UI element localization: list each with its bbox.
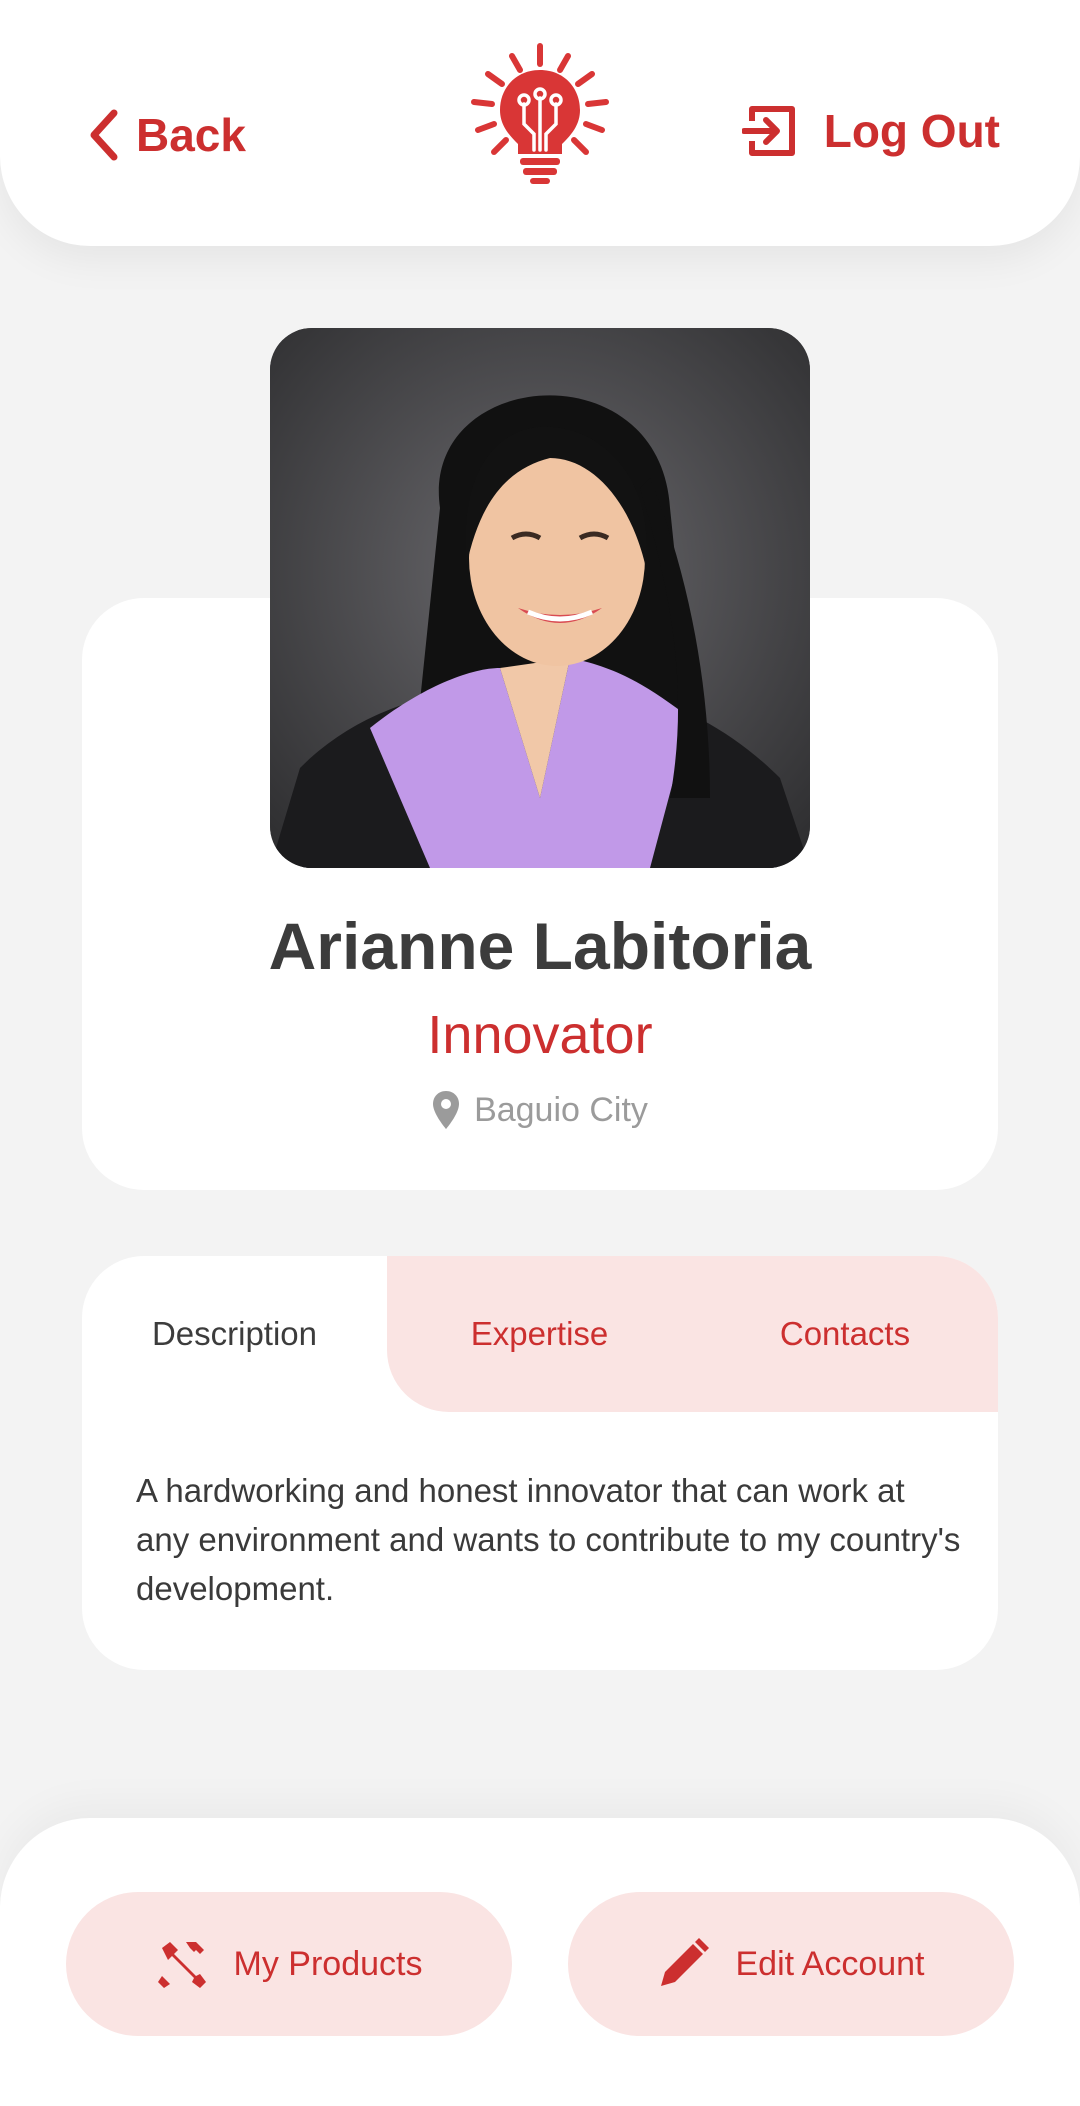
- info-tabs-card: Description Expertise Contacts A hardwor…: [82, 1256, 998, 1670]
- logout-icon: [741, 106, 795, 156]
- profile-location: Baguio City: [82, 1090, 998, 1130]
- my-products-button[interactable]: My Products: [66, 1892, 512, 2036]
- profile-name: Arianne Labitoria: [268, 909, 812, 983]
- pencil-icon: [661, 1938, 710, 1986]
- tab-expertise[interactable]: Expertise: [387, 1256, 692, 1412]
- tab-description[interactable]: Description: [82, 1256, 387, 1412]
- profile-role: Innovator: [427, 1005, 653, 1065]
- description-text: A hardworking and honest innovator that …: [136, 1472, 961, 1607]
- my-products-label: My Products: [233, 1944, 423, 1983]
- profile-page: Back Log Out Arianne Labitoria Innovator…: [0, 0, 1080, 2106]
- location-label: Baguio City: [474, 1090, 648, 1129]
- back-label: Back: [136, 109, 246, 161]
- edit-account-label: Edit Account: [735, 1944, 925, 1983]
- tab-contacts[interactable]: Contacts: [692, 1256, 998, 1412]
- edit-account-button[interactable]: Edit Account: [568, 1892, 1014, 2036]
- profile-photo: [270, 328, 810, 868]
- location-pin-icon: [433, 1091, 460, 1129]
- logout-button[interactable]: Log Out: [741, 96, 1000, 166]
- chevron-left-icon: [90, 109, 118, 161]
- lightbulb-circuit-icon: [471, 43, 609, 184]
- portrait-illustration: [270, 328, 810, 868]
- tools-icon: [157, 1942, 206, 1988]
- logout-label: Log Out: [823, 105, 1000, 157]
- back-button[interactable]: Back: [86, 100, 246, 170]
- top-header: Back Log Out: [0, 0, 1080, 246]
